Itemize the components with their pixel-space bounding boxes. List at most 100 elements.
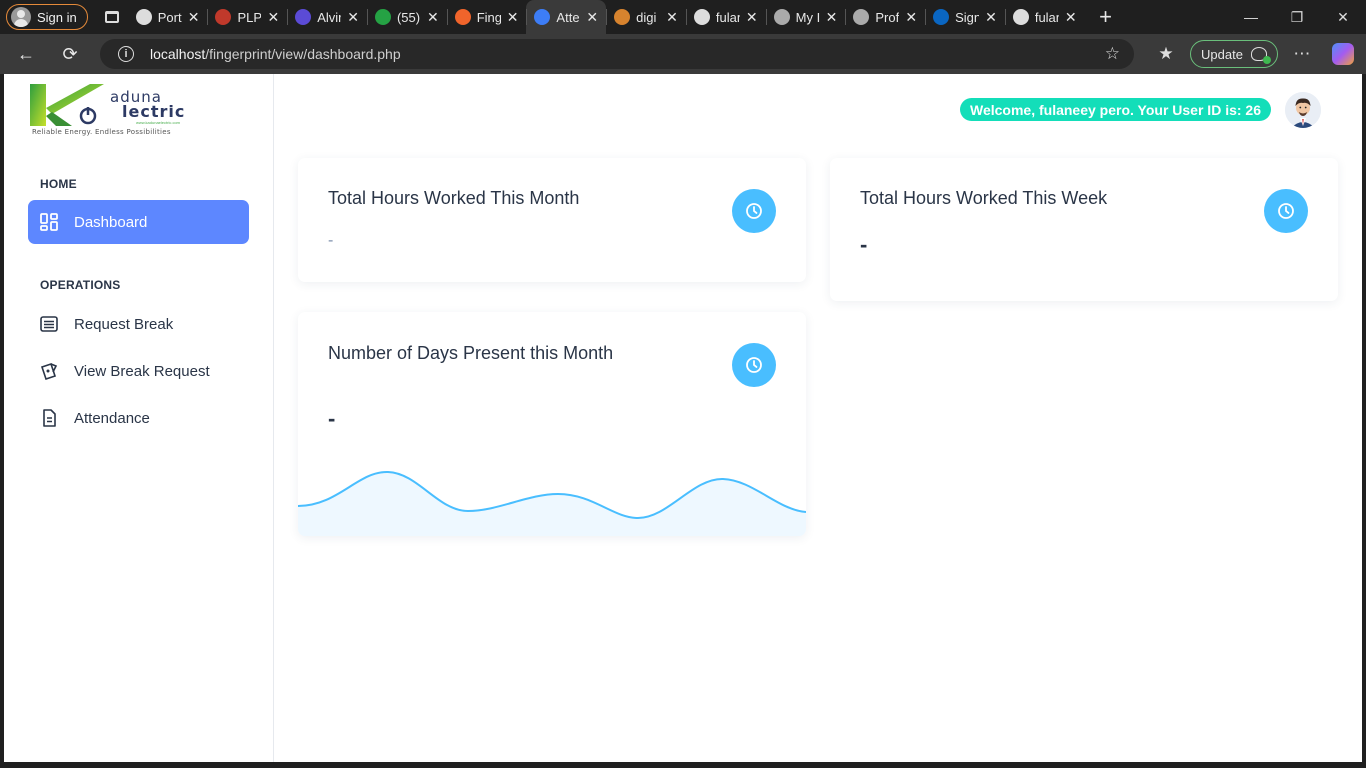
tab-favicon-icon xyxy=(534,9,551,25)
card-title: Number of Days Present this Month xyxy=(328,343,614,363)
document-icon xyxy=(43,409,56,427)
tab-close-icon[interactable]: ✕ xyxy=(347,9,359,26)
window-controls: — ❐ ✕ xyxy=(1228,0,1366,34)
tab-close-icon[interactable]: ✕ xyxy=(746,9,758,26)
logo-line2: lectric xyxy=(122,102,186,121)
sign-in-label: Sign in xyxy=(37,9,77,25)
tab-title: (55) xyxy=(396,9,421,25)
site-info-icon[interactable]: i xyxy=(118,46,134,62)
tab-close-icon[interactable]: ✕ xyxy=(507,9,519,26)
tab-close-icon[interactable]: ✕ xyxy=(905,9,917,26)
stat-card-hours-week: Total Hours Worked This Week - xyxy=(830,158,1338,301)
tab-title: Atte xyxy=(556,9,580,25)
card-value: - xyxy=(328,232,334,249)
logo-tagline: Reliable Energy. Endless Possibilities xyxy=(32,128,171,136)
ticket-icon xyxy=(40,362,58,380)
tab-title: Profi xyxy=(875,9,900,25)
card-title: Total Hours Worked This Month xyxy=(328,188,580,208)
stat-card-hours-month: Total Hours Worked This Month - xyxy=(298,158,806,282)
address-bar[interactable]: i localhost /fingerprint/view/dashboard.… xyxy=(100,39,1134,69)
browser-tab[interactable]: Atte ✕ xyxy=(526,0,607,34)
logo-website: www.kadunaelectric.com xyxy=(136,120,181,125)
tab-favicon-icon xyxy=(135,9,152,25)
browser-tab[interactable]: (55) ✕ xyxy=(366,0,447,34)
favorites-icon[interactable]: ★ xyxy=(1152,44,1180,64)
sidebar-item-dashboard[interactable]: Dashboard xyxy=(28,200,249,244)
browser-tab[interactable]: My I ✕ xyxy=(765,0,846,34)
tab-favicon-icon xyxy=(374,9,391,25)
sign-in-button[interactable]: Sign in xyxy=(6,4,88,30)
browser-tab[interactable]: Alvir ✕ xyxy=(287,0,367,34)
tab-close-icon[interactable]: ✕ xyxy=(826,9,838,26)
tab-title: fulan xyxy=(715,9,740,25)
tab-favicon-icon xyxy=(693,9,710,25)
tab-close-icon[interactable]: ✕ xyxy=(1065,9,1077,26)
tab-actions-icon[interactable] xyxy=(96,4,128,30)
tab-favicon-icon xyxy=(1012,9,1029,25)
update-button[interactable]: Update xyxy=(1190,40,1278,68)
page-viewport: aduna lectric www.kadunaelectric.com Rel… xyxy=(4,74,1362,762)
copilot-icon[interactable] xyxy=(1331,43,1354,65)
browser-tab[interactable]: fulan ✕ xyxy=(1004,0,1085,34)
health-icon xyxy=(1250,47,1271,64)
browser-tab[interactable]: Sign ✕ xyxy=(925,0,1005,34)
close-window-icon[interactable]: ✕ xyxy=(1320,0,1366,34)
logo-k-mark xyxy=(30,84,104,126)
browser-tab[interactable]: Porti ✕ xyxy=(128,0,208,34)
dashboard-icon xyxy=(40,213,58,231)
card-title: Total Hours Worked This Week xyxy=(860,188,1108,208)
tab-favicon-icon xyxy=(215,9,232,25)
profile-icon xyxy=(11,7,31,27)
favorite-star-icon[interactable]: ☆ xyxy=(1105,44,1120,64)
tab-favicon-icon xyxy=(853,9,870,25)
back-icon[interactable]: ← xyxy=(8,38,44,70)
browser-tab-bar: Sign in Porti✕PLP✕Alvir✕(55)✕Fing✕Atte✕d… xyxy=(0,0,1366,34)
sidebar-item-view-break-request[interactable]: View Break Request xyxy=(28,349,249,393)
card-value: - xyxy=(860,232,868,257)
sidebar-item-label: View Break Request xyxy=(74,362,210,380)
sidebar-item-attendance[interactable]: Attendance xyxy=(28,396,249,440)
tab-strip: Porti✕PLP✕Alvir✕(55)✕Fing✕Atte✕digi✕fula… xyxy=(128,0,1085,34)
nav-section-home: HOME xyxy=(40,177,77,191)
tab-close-icon[interactable]: ✕ xyxy=(666,9,678,26)
tab-close-icon[interactable]: ✕ xyxy=(427,9,439,26)
sidebar: aduna lectric www.kadunaelectric.com Rel… xyxy=(4,74,274,762)
tab-title: Alvir xyxy=(317,9,342,25)
tab-close-icon[interactable]: ✕ xyxy=(985,9,997,26)
clock-icon xyxy=(732,189,776,233)
browser-tab[interactable]: digi ✕ xyxy=(606,0,686,34)
sidebar-item-request-break[interactable]: Request Break xyxy=(28,302,249,346)
tab-close-icon[interactable]: ✕ xyxy=(188,9,200,26)
user-avatar-image xyxy=(1285,92,1321,128)
browser-tab[interactable]: Profi ✕ xyxy=(845,0,925,34)
clock-icon xyxy=(732,343,776,387)
browser-tab[interactable]: fulan ✕ xyxy=(685,0,766,34)
clock-icon xyxy=(1264,189,1308,233)
tab-close-icon[interactable]: ✕ xyxy=(267,9,279,26)
new-tab-button[interactable]: + xyxy=(1089,0,1123,34)
tab-favicon-icon xyxy=(773,9,790,25)
url-path: /fingerprint/view/dashboard.php xyxy=(205,46,401,62)
tab-title: Fing xyxy=(476,9,501,25)
refresh-icon[interactable]: ⟳ xyxy=(52,38,88,70)
sidebar-item-label: Dashboard xyxy=(74,213,148,231)
update-label: Update xyxy=(1201,46,1243,62)
tab-favicon-icon xyxy=(295,9,312,25)
tab-title: Sign xyxy=(955,9,980,25)
restore-icon[interactable]: ❐ xyxy=(1274,0,1320,34)
more-menu-icon[interactable]: ⋯ xyxy=(1288,44,1316,64)
nav-section-operations: OPERATIONS xyxy=(40,278,121,292)
tab-favicon-icon xyxy=(454,9,471,25)
company-logo[interactable]: aduna lectric www.kadunaelectric.com Rel… xyxy=(28,80,208,138)
tab-favicon-icon xyxy=(614,9,631,25)
browser-tab[interactable]: PLP ✕ xyxy=(207,0,287,34)
browser-tab[interactable]: Fing ✕ xyxy=(446,0,527,34)
tab-close-icon[interactable]: ✕ xyxy=(586,9,598,26)
url-host: localhost xyxy=(150,46,206,62)
tab-title: digi xyxy=(636,9,657,25)
tab-title: fulan xyxy=(1034,9,1059,25)
tab-title: My I xyxy=(795,9,820,25)
user-avatar[interactable] xyxy=(1285,92,1321,128)
minimize-icon[interactable]: — xyxy=(1228,0,1274,34)
tab-title: PLP xyxy=(237,9,262,25)
